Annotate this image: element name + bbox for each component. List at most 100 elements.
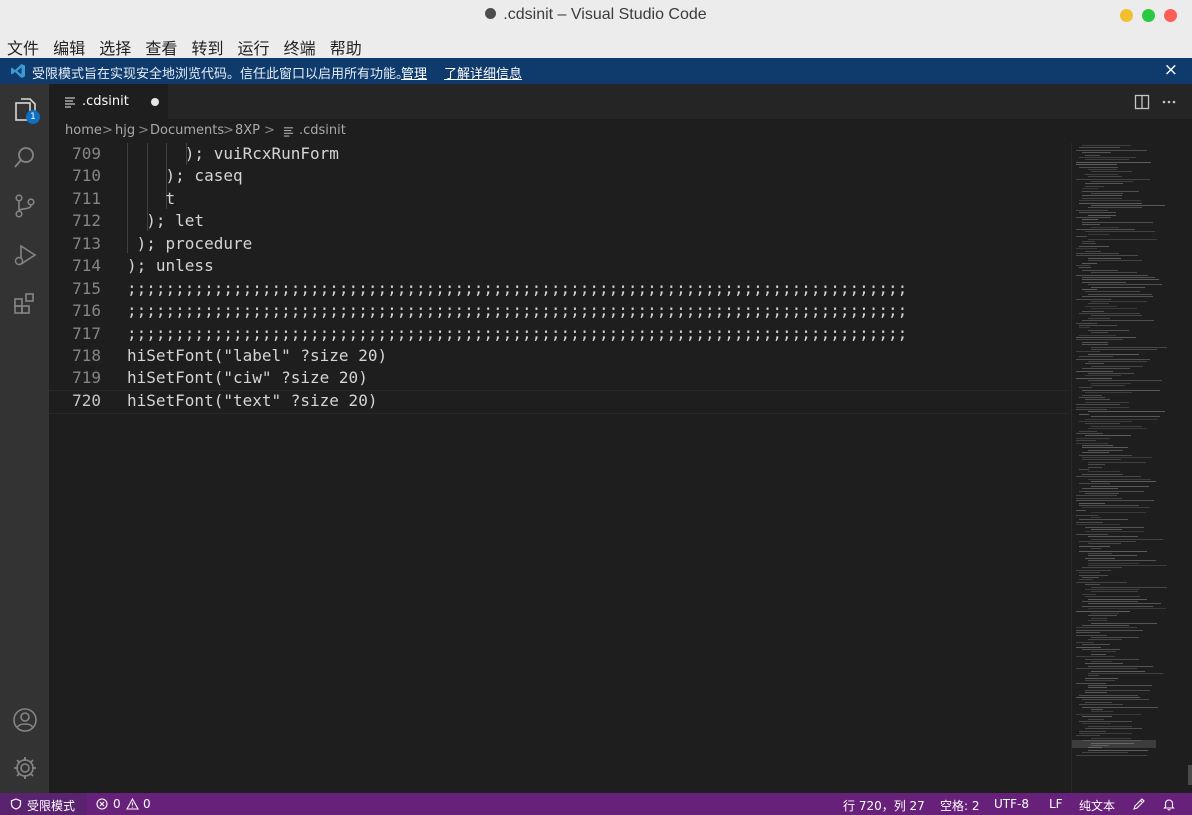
end-of-line[interactable]: LF [1049,797,1063,811]
menu-help[interactable]: 帮助 [330,33,362,61]
breadcrumb-file[interactable]: .cdsinit [299,123,346,138]
minimap-line [1082,341,1108,343]
menu-edit[interactable]: 编辑 [53,33,85,61]
menu-file[interactable]: 文件 [7,33,39,61]
minimap-line [1088,317,1110,319]
run-debug-icon[interactable] [8,238,41,271]
menu-selection[interactable]: 选择 [99,33,131,61]
error-icon[interactable] [96,798,108,810]
minimap-line [1079,430,1097,432]
minimap-line [1091,622,1157,624]
minimap-line [1076,209,1108,211]
error-count[interactable]: 0 [113,797,121,811]
minimap-line [1079,356,1113,358]
minimap-line [1076,248,1097,250]
banner-close-icon[interactable]: × [1164,60,1178,80]
minimap-line [1085,493,1119,494]
minimap-line [1079,519,1128,521]
minimap-line [1079,490,1144,492]
minimap-line [1085,435,1131,437]
minimap-line [1076,495,1117,497]
minimap-line [1076,440,1096,442]
minimap-line [1088,639,1122,641]
indentation[interactable]: 空格: 2 [940,797,980,814]
minimap-line [1082,706,1158,708]
extensions-icon[interactable] [8,287,41,320]
encoding[interactable]: UTF-8 [994,797,1029,811]
split-editor-icon[interactable] [1134,94,1150,110]
minimap-line [1085,185,1104,187]
minimap-line [1076,641,1094,643]
minimap-line [1085,526,1144,528]
minimap[interactable] [1071,143,1192,793]
more-actions-icon[interactable] [1161,94,1177,110]
minimap-line [1082,723,1111,725]
minimap-line [1076,476,1141,478]
language-mode[interactable]: 纯文本 [1079,797,1115,814]
minimap-line [1088,608,1166,610]
unsaved-indicator-icon[interactable] [151,98,159,106]
scrollbar-thumb[interactable] [1188,765,1192,785]
menu-go[interactable]: 转到 [191,33,223,61]
minimap-line [1082,243,1096,245]
minimize-button[interactable] [1120,9,1133,22]
minimap-line [1079,704,1123,706]
title-bar: .cdsinit – Visual Studio Code [0,0,1192,33]
minimap-line [1091,286,1145,288]
feedback-icon[interactable] [1132,797,1146,811]
minimap-line [1079,574,1108,576]
minimap-line [1088,329,1129,331]
minimap-line [1076,164,1117,166]
minimap-line [1076,646,1101,648]
close-window-button[interactable] [1164,9,1177,22]
minimap-line [1088,428,1147,430]
breadcrumb-8xp[interactable]: 8XP [235,123,260,138]
minimap-line [1079,545,1110,547]
menu-view[interactable]: 查看 [145,33,177,61]
tab-cdsinit[interactable]: .cdsinit [49,84,168,119]
minimap-line [1088,260,1142,262]
cursor-position[interactable]: 行 720，列 27 [843,797,925,814]
account-icon[interactable] [8,703,41,736]
breadcrumb-hjg[interactable]: hjg [115,123,135,138]
maximize-button[interactable] [1142,9,1155,22]
minimap-line [1085,401,1129,403]
minimap-line [1076,351,1100,353]
minimap-line [1076,337,1136,338]
learn-more-link[interactable]: 了解详细信息 [444,63,522,82]
line-number: 715 [72,279,101,298]
warning-count[interactable]: 0 [143,797,151,811]
minimap-line [1076,521,1103,523]
breadcrumb: home > hjg > Documents > 8XP > .cdsinit [49,119,1192,143]
minimap-line [1076,581,1127,583]
source-control-icon[interactable] [8,189,41,222]
minimap-line [1079,469,1089,470]
search-icon[interactable] [8,140,41,173]
manage-link[interactable]: 管理 [401,63,427,82]
minimap-line [1082,344,1108,346]
restricted-mode-indicator[interactable]: 受限模式 [0,793,87,815]
minimap-line [1082,310,1104,312]
minimap-line [1076,433,1103,434]
warning-icon[interactable] [126,798,139,810]
minimap-line [1082,219,1098,221]
minimap-line [1085,596,1140,598]
breadcrumb-home[interactable]: home [65,123,102,138]
menu-terminal[interactable]: 终端 [284,33,316,61]
minimap-line [1085,250,1101,252]
minimap-line [1088,718,1104,720]
code-line: 714); unless [49,255,1071,277]
minimap-line [1088,536,1138,538]
minimap-line [1091,181,1133,182]
settings-gear-icon[interactable] [8,751,41,784]
breadcrumb-documents[interactable]: Documents [150,123,224,138]
notifications-bell-icon[interactable] [1162,797,1176,811]
code-editor[interactable]: 709 ); vuiRcxRunForm 710 ); caseq 711 t … [49,143,1071,793]
minimap-line [1091,709,1103,710]
minimap-line [1088,615,1117,617]
minimap-line [1076,632,1100,634]
line-text: hiSetFont("label" ?size 20) [127,346,388,365]
minimap-slider[interactable] [1072,740,1156,748]
minimap-line [1079,505,1139,506]
menu-run[interactable]: 运行 [238,33,270,61]
